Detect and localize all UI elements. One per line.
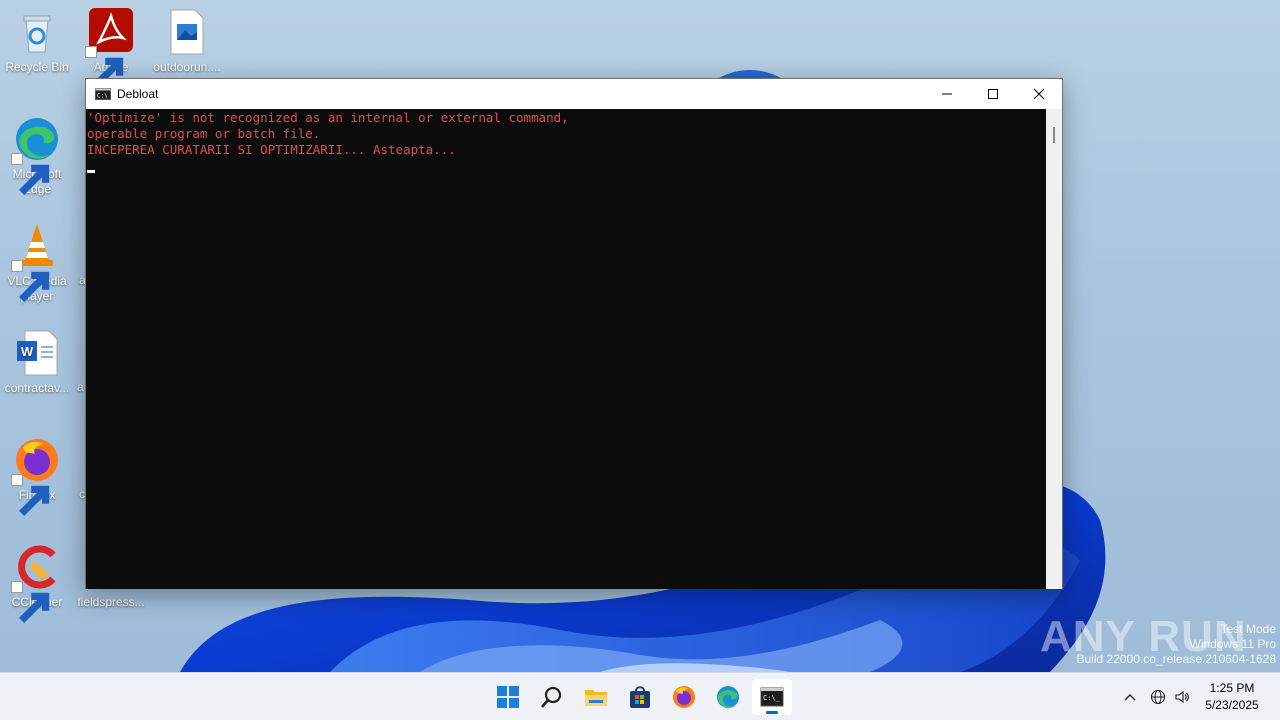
console-window[interactable]: C:\ Debloat 'Optimize' is not recognized… bbox=[85, 78, 1063, 589]
svg-text:C:\: C:\ bbox=[97, 93, 108, 100]
minimize-icon bbox=[942, 93, 952, 95]
maximize-icon bbox=[988, 89, 998, 99]
show-hidden-icons-button[interactable] bbox=[1120, 687, 1140, 707]
shortcut-arrow-icon bbox=[11, 474, 50, 516]
store-icon bbox=[630, 686, 650, 708]
terminal-taskbar-button[interactable]: C:\_ bbox=[752, 679, 792, 715]
svg-text:W: W bbox=[21, 344, 34, 359]
speaker-icon bbox=[1175, 690, 1189, 704]
desktop-icon-label: contractav... bbox=[4, 381, 70, 395]
console-line: operable program or batch file. bbox=[87, 126, 321, 141]
console-line: INCEPEREA CURATARII SI OPTIMIZARII... As… bbox=[87, 142, 456, 157]
file-explorer-button[interactable] bbox=[576, 679, 616, 715]
vlc-icon bbox=[11, 222, 61, 302]
store-button[interactable] bbox=[620, 679, 660, 715]
console-scrollbar[interactable] bbox=[1046, 109, 1062, 589]
clock-date: 5/23/2025 bbox=[1205, 698, 1259, 712]
taskbar-clock[interactable]: 1:25 PM 5/23/2025 bbox=[1190, 680, 1274, 714]
window-titlebar[interactable]: C:\ Debloat bbox=[86, 79, 1062, 109]
edge-icon bbox=[11, 115, 61, 195]
word-file-icon: W bbox=[13, 329, 61, 377]
clipped-desktop-label: a bbox=[77, 380, 84, 394]
firefox-taskbar-button[interactable] bbox=[664, 679, 704, 715]
console-output[interactable]: 'Optimize' is not recognized as an inter… bbox=[86, 109, 1047, 589]
desktop-icon-outdoorun[interactable]: outdoorun.... bbox=[150, 8, 224, 75]
network-button[interactable] bbox=[1148, 687, 1168, 707]
shortcut-arrow-icon bbox=[11, 581, 50, 623]
watermark-line: Test Mode bbox=[1220, 622, 1276, 636]
recycle-bin-icon bbox=[13, 8, 61, 56]
watermark-line: Build 22000.co_release.210604-1628 bbox=[1076, 652, 1277, 666]
console-cursor bbox=[87, 170, 95, 173]
taskbar: C:\_ bbox=[0, 672, 1280, 720]
image-file-icon bbox=[163, 8, 211, 56]
ccleaner-icon bbox=[11, 543, 61, 623]
desktop-icon-label: outdoorun.... bbox=[153, 60, 221, 74]
desktop-icon-firefox[interactable]: Firefox bbox=[0, 436, 74, 516]
window-title: Debloat bbox=[117, 87, 159, 101]
shortcut-arrow-icon bbox=[11, 260, 50, 302]
desktop-icon-label: fieldspress... bbox=[77, 595, 145, 609]
clock-time: 1:25 PM bbox=[1209, 681, 1255, 695]
edge-taskbar-button[interactable] bbox=[708, 679, 748, 715]
desktop-icon-contractav[interactable]: W contractav... bbox=[0, 329, 74, 396]
desktop-icon-adobe-acrobat[interactable]: Adobe Acrobat bbox=[74, 8, 148, 88]
start-button[interactable] bbox=[488, 679, 528, 715]
close-button[interactable] bbox=[1016, 79, 1062, 109]
desktop-icon-edge[interactable]: Microsoft Edge bbox=[0, 115, 74, 197]
desktop-icon-label: Recycle Bin bbox=[5, 60, 69, 74]
firefox-icon bbox=[673, 686, 695, 708]
chevron-up-icon bbox=[1124, 694, 1136, 701]
search-button[interactable] bbox=[532, 679, 572, 715]
file-explorer-icon bbox=[585, 690, 607, 706]
desktop-icon-recycle-bin[interactable]: Recycle Bin bbox=[0, 8, 74, 75]
shortcut-arrow-icon bbox=[85, 46, 124, 88]
test-mode-watermark: Test Mode Windows 11 Pro Build 22000.co_… bbox=[1077, 622, 1277, 667]
terminal-icon: C:\_ bbox=[760, 687, 784, 707]
scrollbar-thumb[interactable] bbox=[1053, 127, 1055, 143]
maximize-button[interactable] bbox=[970, 79, 1016, 109]
close-icon bbox=[1033, 88, 1045, 100]
globe-icon bbox=[1150, 689, 1166, 705]
svg-text:C:\_: C:\_ bbox=[763, 694, 781, 702]
watermark-line: Windows 11 Pro bbox=[1189, 637, 1276, 651]
edge-icon bbox=[717, 686, 739, 708]
volume-button[interactable] bbox=[1172, 687, 1192, 707]
active-app-indicator bbox=[766, 711, 778, 714]
adobe-acrobat-icon bbox=[85, 8, 135, 88]
console-app-icon: C:\ bbox=[95, 88, 111, 100]
search-icon bbox=[541, 686, 562, 708]
minimize-button[interactable] bbox=[924, 79, 970, 109]
console-line: 'Optimize' is not recognized as an inter… bbox=[87, 110, 569, 125]
desktop-icon-ccleaner[interactable]: CCleaner bbox=[0, 543, 74, 623]
shortcut-arrow-icon bbox=[11, 153, 50, 195]
firefox-icon bbox=[11, 436, 61, 516]
start-icon bbox=[497, 686, 519, 708]
desktop-icon-vlc[interactable]: VLC media player bbox=[0, 222, 74, 304]
